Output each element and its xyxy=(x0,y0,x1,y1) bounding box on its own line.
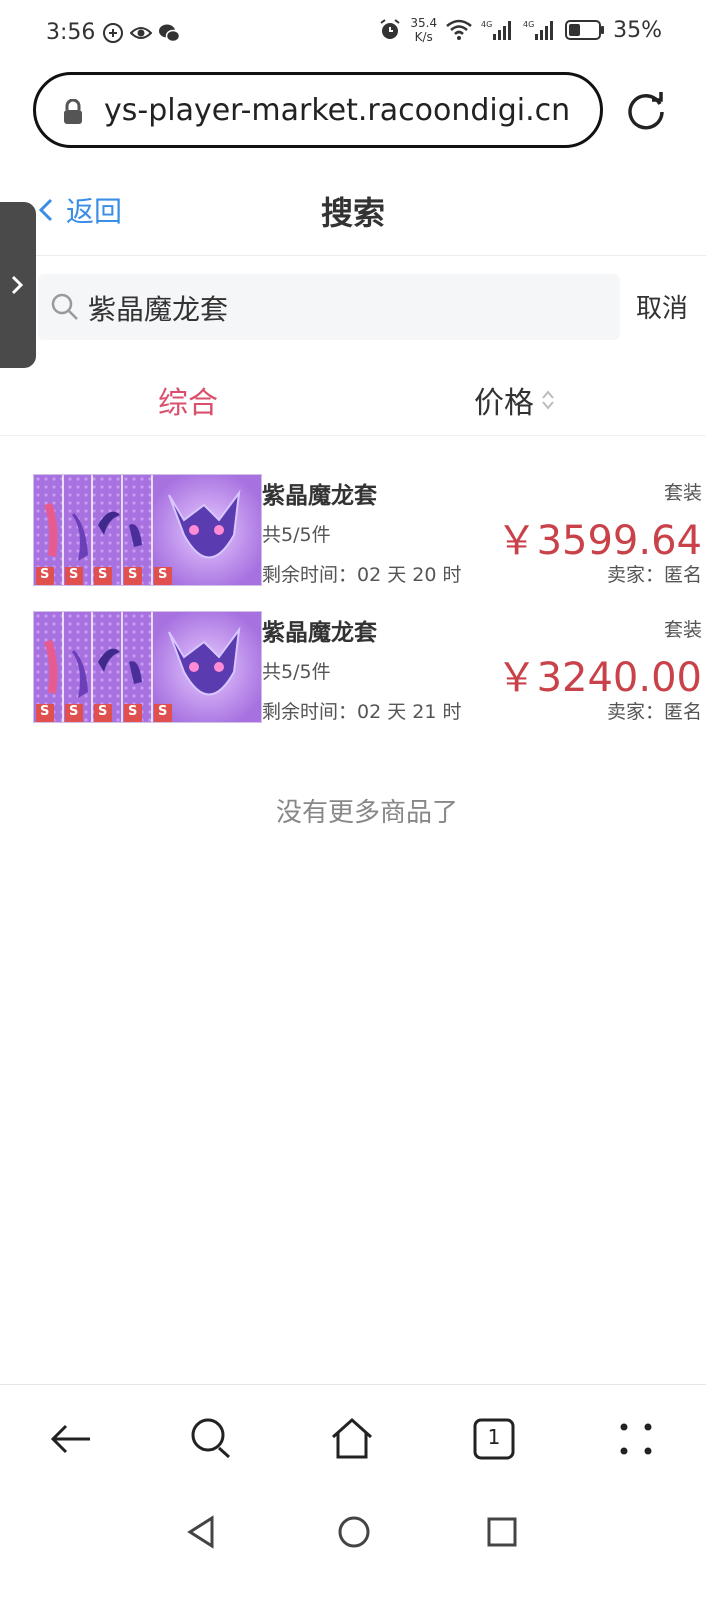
chevron-right-icon xyxy=(11,275,24,295)
back-arrow-icon[interactable] xyxy=(48,1415,96,1463)
product-name[interactable]: 紫晶魔龙套 xyxy=(262,613,377,647)
home-icon[interactable] xyxy=(328,1415,376,1463)
product-thumbnail[interactable]: S S S S S xyxy=(33,474,262,586)
rank-badge: S xyxy=(158,704,168,719)
search-value: 紫晶魔龙套 xyxy=(88,293,229,326)
eye-icon xyxy=(130,27,152,39)
reload-icon[interactable] xyxy=(624,88,668,132)
product-time-left: 剩余时间：02 天 20 时 xyxy=(262,564,462,586)
product-seller: 卖家：匿名 xyxy=(606,564,702,586)
battery-icon xyxy=(565,20,605,40)
net-speed: 35.4 K/s xyxy=(410,16,437,44)
status-bar: 3:56 35.4 K/s 4G 4G 35% xyxy=(0,0,720,68)
rank-badge: S xyxy=(98,567,108,582)
tab-overall[interactable]: 综合 xyxy=(158,378,218,422)
rank-badge: S xyxy=(98,704,108,719)
tab-price-label: 价格 xyxy=(474,386,534,421)
app-notification-icon xyxy=(103,23,123,43)
wifi-icon xyxy=(446,19,472,40)
rank-badge: S xyxy=(40,704,50,719)
address-bar[interactable]: ys-player-market.racoondigi.cn xyxy=(33,72,603,148)
sort-tabs: 综合 价格 xyxy=(0,360,706,436)
tab-price[interactable]: 价格 xyxy=(474,378,556,422)
rank-badge: S xyxy=(158,567,168,582)
svg-text:4G: 4G xyxy=(523,20,534,29)
page-header: 搜索 返回 xyxy=(0,170,706,256)
rank-badge: S xyxy=(128,704,138,719)
rank-badge: S xyxy=(69,567,79,582)
chevron-left-icon xyxy=(38,198,53,222)
svg-text:4G: 4G xyxy=(481,20,492,29)
system-nav-bar xyxy=(0,1500,720,1600)
cancel-button[interactable]: 取消 xyxy=(636,288,688,325)
search-icon xyxy=(51,293,78,320)
signal-4g-secondary-icon: 4G xyxy=(523,20,554,40)
signal-4g-icon: 4G xyxy=(481,20,512,40)
browser-toolbar: 1 xyxy=(0,1384,706,1494)
product-price: ￥3240.00 xyxy=(496,655,702,701)
alarm-icon xyxy=(380,19,400,39)
nav-home-icon[interactable] xyxy=(334,1512,374,1552)
product-name[interactable]: 紫晶魔龙套 xyxy=(262,476,377,510)
nav-back-icon[interactable] xyxy=(182,1512,222,1552)
list-item[interactable]: S S S S S 紫晶魔龙套 共5/5件 剩余时间：02 天 21 时 套装 … xyxy=(0,611,720,723)
status-time: 3:56 xyxy=(46,20,96,45)
list-end-text: 没有更多商品了 xyxy=(275,798,458,828)
product-price: ￥3599.64 xyxy=(496,518,702,564)
status-right-icons: 35.4 K/s 4G 4G 35% xyxy=(378,16,662,44)
net-speed-unit: K/s xyxy=(414,30,433,44)
product-count: 共5/5件 xyxy=(262,661,331,683)
sort-arrows-icon xyxy=(542,390,554,410)
battery-percent: 35% xyxy=(613,17,662,43)
back-button[interactable]: 返回 xyxy=(38,190,122,230)
search-icon[interactable] xyxy=(188,1415,236,1463)
search-input[interactable]: 紫晶魔龙套 xyxy=(38,274,620,340)
product-time-left: 剩余时间：02 天 21 时 xyxy=(262,701,462,723)
product-seller: 卖家：匿名 xyxy=(606,701,702,723)
wechat-icon xyxy=(159,24,180,43)
status-notification-icons xyxy=(102,22,180,44)
rank-badge: S xyxy=(40,567,50,582)
product-count: 共5/5件 xyxy=(262,524,331,546)
lock-icon xyxy=(64,99,82,124)
nav-recents-icon[interactable] xyxy=(482,1512,522,1552)
product-type: 套装 xyxy=(663,482,702,504)
rank-badge: S xyxy=(128,567,138,582)
more-menu-icon[interactable] xyxy=(612,1415,660,1463)
product-type: 套装 xyxy=(663,619,702,641)
url-text[interactable]: ys-player-market.racoondigi.cn xyxy=(104,93,570,128)
back-label: 返回 xyxy=(66,195,123,228)
net-speed-value: 35.4 xyxy=(410,16,438,30)
list-item[interactable]: S S S S S 紫晶魔龙套 共5/5件 剩余时间：02 天 20 时 套装 … xyxy=(0,474,720,586)
product-thumbnail[interactable]: S S S S S xyxy=(33,611,262,723)
rank-badge: S xyxy=(69,704,79,719)
tab-count: 1 xyxy=(487,1425,501,1449)
side-panel-handle[interactable] xyxy=(0,202,36,368)
tabs-button[interactable]: 1 xyxy=(470,1415,518,1463)
